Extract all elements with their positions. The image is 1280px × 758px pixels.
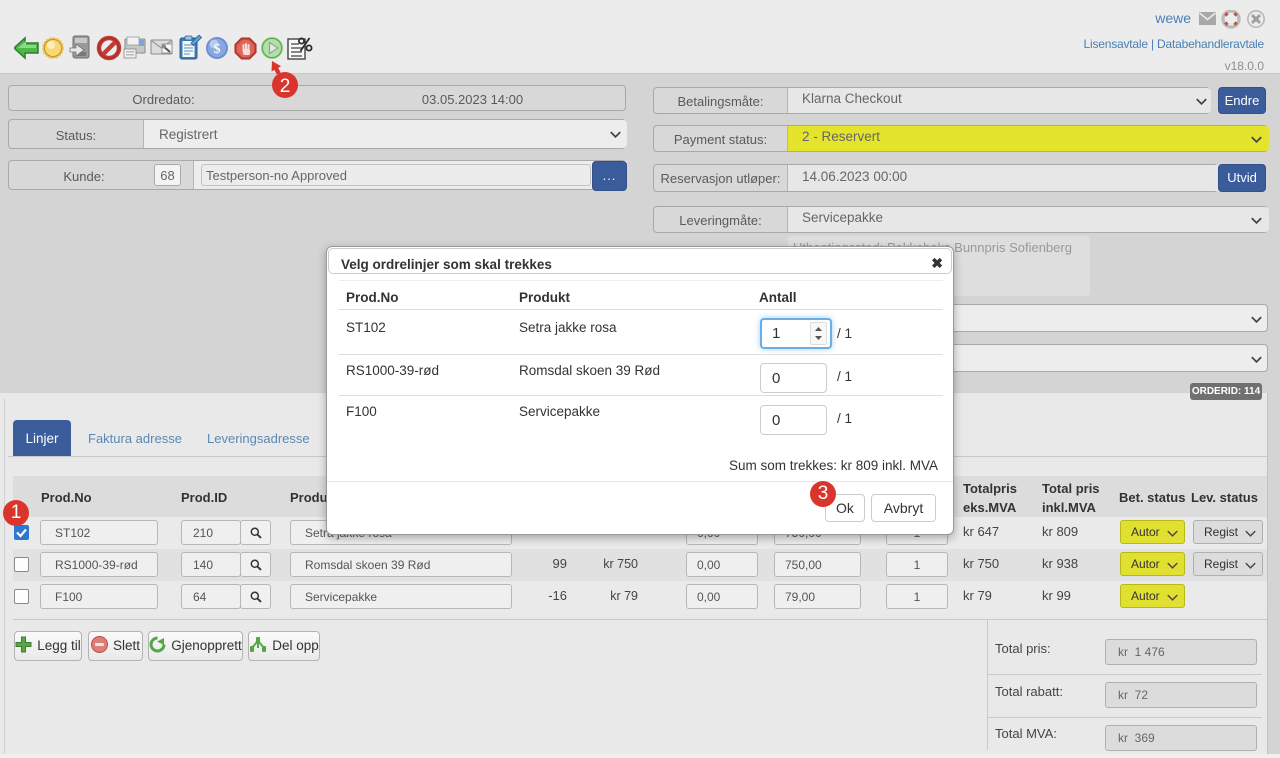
svg-text:$: $ bbox=[214, 42, 221, 57]
svg-text:2: 2 bbox=[280, 76, 291, 97]
